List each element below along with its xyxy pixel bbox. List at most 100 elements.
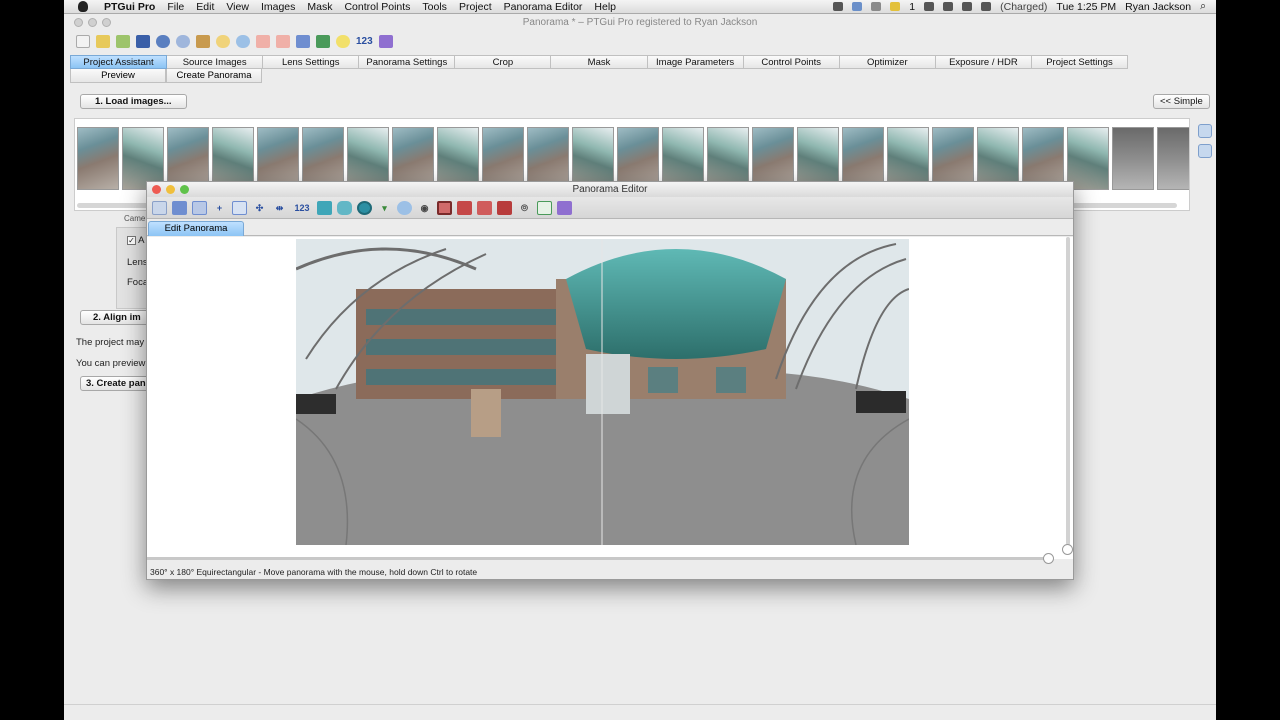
dropbox-icon[interactable] [852,2,863,11]
cylinder-projection-icon[interactable] [337,200,352,215]
menu-mask[interactable]: Mask [307,1,332,13]
user-name[interactable]: Ryan Jackson [1125,1,1191,13]
volume-icon[interactable] [962,2,973,11]
move-icon[interactable]: ✣ [252,201,267,215]
load-images-button[interactable]: 1. Load images... [80,94,187,109]
menu-control-points[interactable]: Control Points [344,1,410,13]
create-panorama-button[interactable]: 3. Create pan [80,376,152,391]
crop-frame-icon[interactable] [437,200,452,215]
menu-panorama-editor[interactable]: Panorama Editor [504,1,583,13]
tab-image-parameters[interactable]: Image Parameters [647,55,744,69]
image-frame-icon[interactable] [192,200,207,215]
editor-horizontal-scrollbar[interactable] [147,557,1052,560]
table-icon[interactable] [316,34,330,48]
arrow-right-icon[interactable] [276,34,290,48]
zoom-icon[interactable] [397,200,412,215]
editor-close-button[interactable] [152,185,161,194]
panorama-editor-tabbar: Edit Panorama [147,219,1073,236]
menu-images[interactable]: Images [261,1,295,13]
mask-clear-icon[interactable] [497,200,512,215]
rotate-left-icon[interactable] [1198,124,1212,138]
zoom-button[interactable] [102,18,111,27]
menu-tools[interactable]: Tools [422,1,447,13]
numbers-toggle-icon[interactable]: 123 [292,201,312,215]
fit-icon[interactable] [232,200,247,215]
undo-icon[interactable] [156,34,170,48]
notes-icon[interactable] [890,2,901,11]
eye-icon[interactable]: ◉ [417,201,432,215]
numbers-icon[interactable]: 123 [356,36,373,47]
wifi-icon[interactable] [924,2,935,11]
auto-checkbox[interactable]: ✓ A [127,235,144,246]
checkbox-icon[interactable]: ✓ [127,236,136,245]
rotate-right-icon[interactable] [1198,144,1212,158]
panorama-editor-icon[interactable] [296,34,310,48]
zoom-in-icon[interactable] [216,34,230,48]
app-menu[interactable]: PTGui Pro [104,1,155,13]
sync-icon[interactable] [871,2,882,11]
open-recent-icon[interactable] [116,34,130,48]
monitor-icon[interactable] [833,2,844,11]
panorama-editor-title-bar[interactable]: Panorama Editor [147,182,1073,197]
editor-vertical-slider-knob[interactable] [1062,544,1073,555]
battery-icon[interactable] [981,2,992,11]
clock[interactable]: Tue 1:25 PM [1056,1,1116,13]
panorama-editor-title: Panorama Editor [572,184,648,195]
panorama-preview[interactable] [296,239,909,545]
redo-icon[interactable] [176,34,190,48]
panorama-canvas[interactable] [147,237,1073,564]
align-vertical-icon[interactable]: ⇹ [272,201,287,215]
sphere-projection-icon[interactable] [357,200,372,215]
editor-horizontal-slider-knob[interactable] [1043,553,1054,564]
editor-vertical-scrollbar[interactable] [1066,237,1070,545]
preview-window-icon[interactable] [537,200,552,215]
mask-right-icon[interactable] [477,200,492,215]
zoom-out-icon[interactable] [236,34,250,48]
save-icon[interactable] [136,34,150,48]
flat-projection-icon[interactable] [317,200,332,215]
menu-help[interactable]: Help [594,1,616,13]
tab-create-panorama[interactable]: Create Panorama [166,69,262,83]
new-project-icon[interactable] [76,34,90,48]
minimize-button[interactable] [88,18,97,27]
tab-crop[interactable]: Crop [455,55,552,69]
dropdown-arrow-icon[interactable]: ▾ [377,201,392,215]
menu-edit[interactable]: Edit [196,1,214,13]
tab-preview[interactable]: Preview [70,69,166,83]
tab-exposure-hdr[interactable]: Exposure / HDR [935,55,1032,69]
source-image-thumbnail[interactable] [77,127,119,190]
tab-optimizer[interactable]: Optimizer [839,55,936,69]
source-image-thumbnail[interactable] [1157,127,1189,190]
source-image-thumbnail[interactable] [1112,127,1154,190]
link-icon[interactable]: ⦾ [517,201,532,215]
tab-project-settings[interactable]: Project Settings [1031,55,1129,69]
menu-view[interactable]: View [226,1,249,13]
editor-minimize-button[interactable] [166,185,175,194]
arrow-left-icon[interactable] [256,34,270,48]
batch-stitch-icon[interactable] [557,200,572,215]
tab-edit-panorama[interactable]: Edit Panorama [148,221,244,236]
batch-icon[interactable] [378,34,393,48]
align-images-button[interactable]: 2. Align im [80,310,154,325]
tab-project-assistant[interactable]: Project Assistant [70,55,168,69]
mask-left-icon[interactable] [457,200,472,215]
tab-lens-settings[interactable]: Lens Settings [263,55,360,69]
control-points-tool-icon[interactable] [196,34,210,48]
menu-project[interactable]: Project [459,1,492,13]
menu-file[interactable]: File [167,1,184,13]
open-project-icon[interactable] [96,34,110,48]
simple-mode-button[interactable]: << Simple [1153,94,1210,109]
tab-source-images[interactable]: Source Images [167,55,264,69]
select-tool-icon[interactable] [152,200,167,215]
apple-icon[interactable] [78,1,88,12]
close-button[interactable] [74,18,83,27]
editor-zoom-button[interactable] [180,185,189,194]
tab-panorama-settings[interactable]: Panorama Settings [359,55,456,69]
tab-control-points[interactable]: Control Points [743,55,840,69]
tab-mask[interactable]: Mask [551,55,648,69]
lightbulb-icon[interactable] [336,34,350,48]
crosshair-icon[interactable]: + [212,201,227,215]
bluetooth-icon[interactable] [943,2,954,11]
spotlight-icon[interactable]: ⌕ [1200,0,1206,13]
image-stack-icon[interactable] [172,200,187,215]
